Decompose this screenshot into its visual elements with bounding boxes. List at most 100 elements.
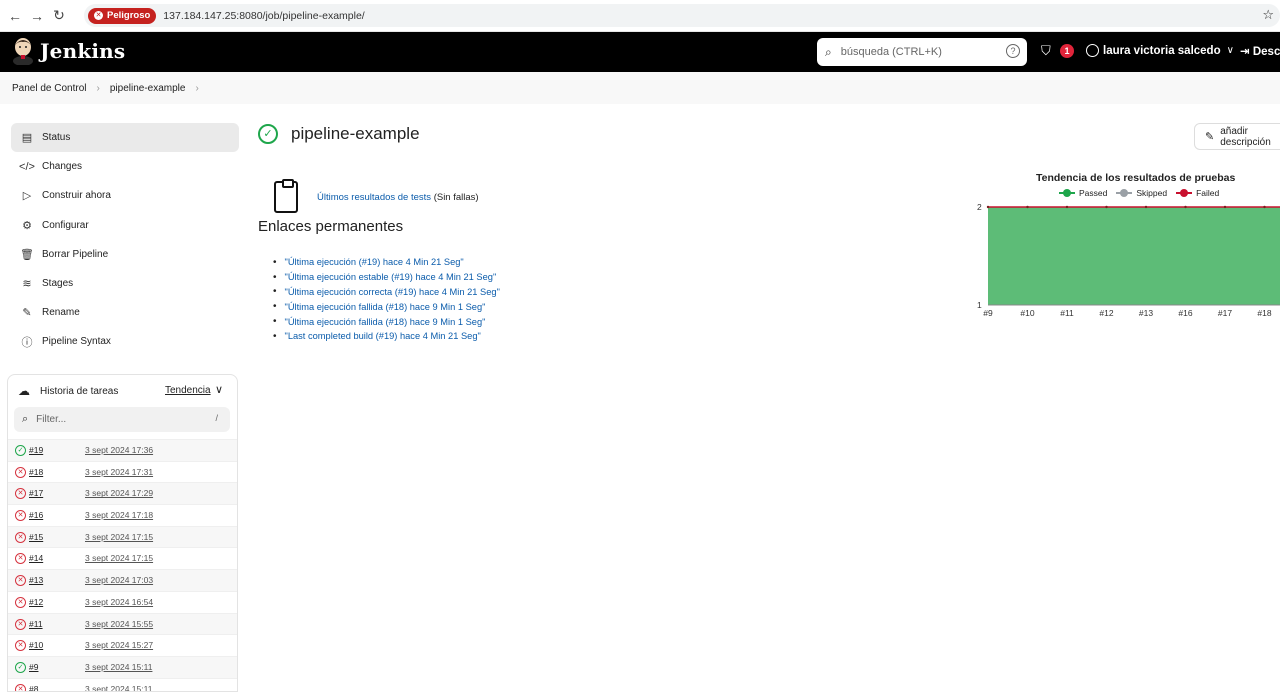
not-secure-label: Peligroso [107, 10, 151, 21]
build-row[interactable]: ✓ #9 3 sept 2024 15:11 [8, 655, 237, 678]
x-tick-label: #13 [1139, 308, 1153, 318]
back-icon[interactable]: ← [4, 8, 26, 24]
sidebar-item-pipeline-syntax[interactable]: ⓘ Pipeline Syntax [11, 327, 239, 356]
job-title: pipeline-example [291, 124, 420, 143]
build-row[interactable]: ✓ #19 3 sept 2024 17:36 [8, 439, 237, 461]
build-number-link[interactable]: #17 [29, 488, 43, 498]
security-badge[interactable]: 1 [1060, 44, 1074, 58]
build-row[interactable]: ✕ #18 3 sept 2024 17:31 [8, 460, 237, 483]
data-point [1263, 205, 1266, 209]
build-date-link[interactable]: 3 sept 2024 17:18 [85, 510, 153, 520]
build-row[interactable]: ✕ #17 3 sept 2024 17:29 [8, 482, 237, 505]
url-text[interactable]: 137.184.147.25:8080/job/pipeline-example… [163, 10, 364, 22]
legend-failed[interactable]: Failed [1176, 188, 1219, 198]
sidebar-item-label: Changes [42, 161, 83, 173]
logout-link[interactable]: ⇥ Desconectar [1240, 44, 1280, 58]
security-shield-icon[interactable]: ⛉ [1041, 43, 1051, 59]
trend-link[interactable]: Tendencia [165, 385, 211, 396]
build-date-link[interactable]: 3 sept 2024 15:11 [85, 662, 152, 672]
build-date-link[interactable]: 3 sept 2024 17:03 [85, 575, 153, 585]
permalink-last-unsuccessful[interactable]: "Última ejecución fallida (#18) hace 9 M… [285, 317, 486, 327]
sidebar-item-label: Status [42, 132, 71, 143]
build-date-link[interactable]: 3 sept 2024 17:15 [85, 553, 153, 563]
build-date-link[interactable]: 3 sept 2024 17:36 [85, 445, 153, 455]
forward-icon[interactable]: → [26, 8, 48, 24]
legend-passed[interactable]: Passed [1059, 188, 1107, 198]
failed-x-icon: ✕ [15, 683, 26, 691]
success-check-icon: ✓ [258, 124, 278, 144]
user-menu[interactable]: laura victoria salcedo ∨ [1086, 44, 1234, 57]
build-date-link[interactable]: 3 sept 2024 16:54 [85, 597, 153, 607]
reload-icon[interactable]: ↻ [48, 7, 70, 24]
failed-x-icon: ✕ [15, 488, 26, 500]
x-tick-label: #16 [1178, 308, 1192, 318]
data-point [1026, 205, 1029, 209]
build-date-link[interactable]: 3 sept 2024 17:31 [85, 467, 153, 477]
build-row[interactable]: ✕ #11 3 sept 2024 15:55 [8, 612, 237, 635]
play-icon: ▷ [22, 190, 32, 203]
sidebar-item-status[interactable]: ▤ Status [11, 123, 239, 152]
sidebar-item-rename[interactable]: ✎ Rename [11, 298, 239, 327]
test-results-link[interactable]: Últimos resultados de tests [317, 192, 431, 203]
build-number-link[interactable]: #12 [29, 597, 43, 607]
filter-placeholder: Filter... [36, 414, 67, 425]
test-trend-chart[interactable]: 2 1 #9 #10 #11 #12 #13 #16 #17 #18 Tendencia de l… [960, 168, 1280, 328]
search-help-icon[interactable]: ? [1006, 44, 1020, 58]
build-row[interactable]: ✕ #8 3 sept 2024 15:11 [8, 677, 237, 691]
permalink-last-stable[interactable]: "Última ejecución estable (#19) hace 4 M… [285, 272, 497, 282]
permalink-last-successful[interactable]: "Última ejecución correcta (#19) hace 4 … [285, 287, 500, 297]
chevron-down-icon[interactable]: ∨ [215, 383, 223, 396]
build-number-link[interactable]: #15 [29, 532, 43, 542]
legend-label: Failed [1196, 188, 1220, 198]
build-row[interactable]: ✕ #16 3 sept 2024 17:18 [8, 504, 237, 526]
breadcrumb-chevron-icon[interactable]: › [195, 83, 198, 94]
permalink-last-completed[interactable]: "Last completed build (#19) hace 4 Min 2… [285, 331, 481, 341]
search-input[interactable]: ⌕ búsqueda (CTRL+K) ? [817, 38, 1027, 66]
build-row[interactable]: ✕ #12 3 sept 2024 16:54 [8, 590, 237, 613]
build-date-link[interactable]: 3 sept 2024 17:15 [85, 532, 153, 542]
build-date-link[interactable]: 3 sept 2024 15:27 [85, 640, 153, 650]
bookmark-star-icon[interactable]: ☆ [1262, 7, 1274, 23]
build-row[interactable]: ✕ #14 3 sept 2024 17:15 [8, 547, 237, 570]
permalink-last-build[interactable]: "Última ejecución (#19) hace 4 Min 21 Se… [285, 257, 464, 267]
passed-area [988, 207, 1280, 305]
failed-x-icon: ✕ [15, 640, 26, 652]
breadcrumb-job[interactable]: pipeline-example [110, 83, 186, 94]
build-row[interactable]: ✕ #15 3 sept 2024 17:15 [8, 525, 237, 548]
address-bar[interactable]: ✕ Peligroso 137.184.147.25:8080/job/pipel… [84, 4, 1280, 27]
build-number-link[interactable]: #18 [29, 467, 43, 477]
build-number-link[interactable]: #9 [29, 662, 38, 672]
sidebar-item-build-now[interactable]: ▷ Construir ahora [11, 181, 239, 210]
build-date-link[interactable]: 3 sept 2024 15:11 [85, 684, 152, 691]
build-date-link[interactable]: 3 sept 2024 15:55 [85, 619, 153, 629]
permalink-last-failed[interactable]: "Última ejecución fallida (#18) hace 9 M… [285, 302, 486, 312]
breadcrumb-dashboard[interactable]: Panel de Control [12, 83, 87, 94]
sidebar-item-stages[interactable]: ≋ Stages [11, 269, 239, 298]
build-number-link[interactable]: #13 [29, 575, 43, 585]
data-point [1105, 205, 1108, 209]
build-number-link[interactable]: #19 [29, 445, 43, 455]
build-number-link[interactable]: #10 [29, 640, 43, 650]
browser-toolbar: ← → ↻ ✕ Peligroso 137.184.147.25:8080/job… [0, 0, 1280, 32]
permalinks-title: Enlaces permanentes [258, 218, 404, 235]
warning-icon: ✕ [94, 11, 103, 20]
failed-x-icon: ✕ [15, 553, 26, 565]
add-description-button[interactable]: ✎ añadir descripción [1194, 123, 1280, 150]
build-number-link[interactable]: #8 [29, 684, 38, 691]
build-number-link[interactable]: #16 [29, 510, 43, 520]
pencil-icon: ✎ [22, 307, 32, 320]
sidebar-item-changes[interactable]: </> Changes [11, 152, 239, 181]
sidebar-item-configure[interactable]: ⚙ Configurar [11, 211, 239, 240]
sidebar-item-delete-pipeline[interactable]: 🗑 Borrar Pipeline [11, 240, 239, 269]
build-number-link[interactable]: #11 [29, 619, 43, 629]
x-tick-label: #18 [1257, 308, 1271, 318]
build-date-link[interactable]: 3 sept 2024 17:29 [85, 488, 153, 498]
legend-skipped[interactable]: Skipped [1116, 188, 1167, 198]
jenkins-logo[interactable]: Jenkins [12, 37, 125, 65]
build-number-link[interactable]: #14 [29, 553, 43, 563]
build-row[interactable]: ✕ #13 3 sept 2024 17:03 [8, 569, 237, 591]
build-row[interactable]: ✕ #10 3 sept 2024 15:27 [8, 634, 237, 656]
build-filter-input[interactable]: ⌕ Filter... / [14, 407, 230, 432]
data-point [1184, 205, 1187, 209]
not-secure-badge[interactable]: ✕ Peligroso [88, 7, 157, 24]
